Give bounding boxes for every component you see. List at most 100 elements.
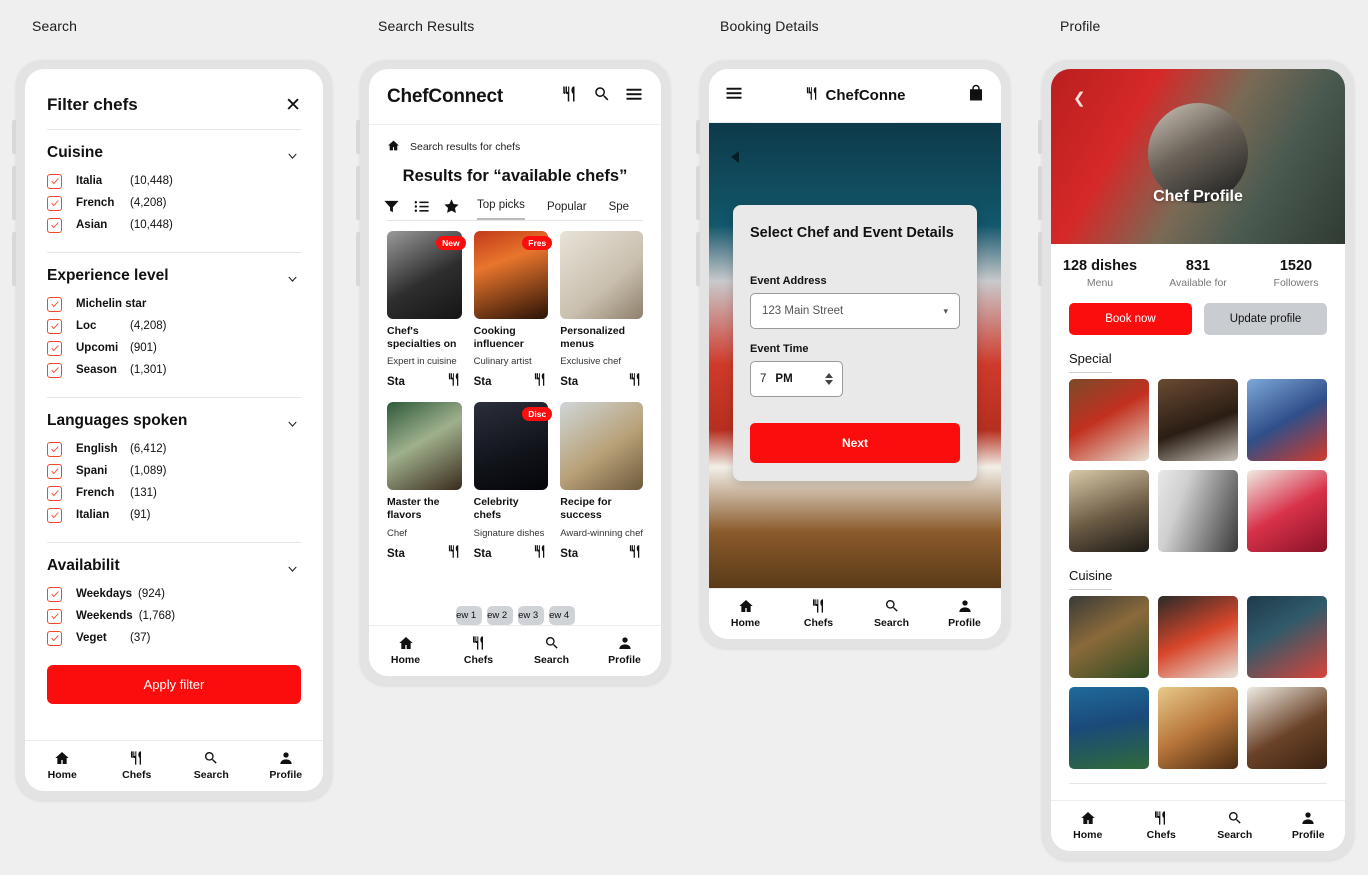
close-icon[interactable]: ✕	[285, 96, 301, 115]
checkbox-icon[interactable]	[47, 217, 62, 233]
carousel-prev-icon[interactable]	[731, 151, 739, 163]
result-card[interactable]: Master the flavors Chef Sta	[387, 402, 462, 563]
cutlery-icon[interactable]	[447, 544, 462, 564]
result-card[interactable]: Disc Celebrity chefs Signature dishes St…	[473, 402, 553, 564]
nav-item-home[interactable]: Home	[369, 626, 442, 676]
filter-option[interactable]: Weekends (1,768)	[47, 605, 301, 627]
checkbox-icon[interactable]	[47, 340, 62, 356]
nav-item-search[interactable]: Search	[1198, 801, 1272, 851]
cutlery-icon[interactable]	[533, 544, 548, 564]
checkbox-icon[interactable]	[47, 296, 62, 312]
gallery-item[interactable]	[1158, 596, 1238, 678]
gallery-item[interactable]	[1247, 596, 1327, 678]
cutlery-icon[interactable]	[628, 544, 643, 564]
checkbox-icon[interactable]	[47, 441, 62, 457]
filter-option[interactable]: French (131)	[47, 482, 301, 504]
nav-item-chefs[interactable]: Chefs	[1125, 801, 1199, 851]
event-time-stepper[interactable]: 7 PM	[750, 361, 843, 397]
star-icon[interactable]	[443, 198, 460, 220]
nav-item-home[interactable]: Home	[1051, 801, 1125, 851]
nav-item-profile[interactable]: Profile	[588, 626, 661, 676]
gallery-item[interactable]	[1069, 596, 1149, 678]
stepper-arrows-icon[interactable]	[825, 373, 833, 385]
hamburger-icon[interactable]	[725, 84, 743, 107]
tab-popular[interactable]: Popular	[547, 201, 587, 220]
gallery-item[interactable]	[1069, 470, 1149, 552]
checkbox-icon[interactable]	[47, 586, 62, 602]
nav-item-profile[interactable]: Profile	[928, 589, 1001, 639]
filter-icon[interactable]	[383, 198, 400, 220]
filter-option[interactable]: Italia (10,448)	[47, 170, 301, 192]
checkbox-icon[interactable]	[47, 173, 62, 189]
home-icon[interactable]	[387, 139, 400, 155]
chevron-down-icon[interactable]	[284, 561, 301, 572]
filter-option[interactable]: Season (1,301)	[47, 359, 301, 381]
checkbox-icon[interactable]	[47, 485, 62, 501]
book-now-button[interactable]: Book now	[1069, 303, 1192, 335]
nav-item-chefs[interactable]: Chefs	[100, 741, 175, 791]
nav-item-profile[interactable]: Profile	[1272, 801, 1346, 851]
filter-option[interactable]: Spani (1,089)	[47, 460, 301, 482]
gallery-item[interactable]	[1158, 470, 1238, 552]
filter-section-experience-level[interactable]: Experience level	[47, 253, 301, 289]
nav-item-home[interactable]: Home	[709, 589, 782, 639]
filter-option[interactable]: Veget (37)	[47, 627, 301, 649]
pager-button[interactable]: View 4	[548, 606, 575, 625]
filter-option[interactable]: English (6,412)	[47, 438, 301, 460]
result-card[interactable]: New Chef's specialties on Expert in cuis…	[387, 231, 466, 392]
tab-top-picks[interactable]: Top picks	[477, 199, 525, 220]
filter-option[interactable]: Italian (91)	[47, 504, 301, 526]
checkbox-icon[interactable]	[47, 362, 62, 378]
checkbox-icon[interactable]	[47, 608, 62, 624]
gallery-item[interactable]	[1247, 379, 1327, 461]
gallery-item[interactable]	[1069, 379, 1149, 461]
update-profile-button[interactable]: Update profile	[1204, 303, 1327, 335]
filter-option[interactable]: Weekdays (924)	[47, 583, 301, 605]
gallery-item[interactable]	[1069, 687, 1149, 769]
result-card[interactable]: Personalized menus Exclusive chef Sta	[560, 231, 643, 392]
chevron-down-icon[interactable]	[284, 148, 301, 159]
checkbox-icon[interactable]	[47, 507, 62, 523]
nav-item-search[interactable]: Search	[515, 626, 588, 676]
filter-option[interactable]: Michelin star	[47, 293, 301, 315]
nav-item-chefs[interactable]: Chefs	[782, 589, 855, 639]
pager-button[interactable]: View 1	[455, 606, 482, 625]
checkbox-icon[interactable]	[47, 195, 62, 211]
filter-section-languages-spoken[interactable]: Languages spoken	[47, 398, 301, 434]
filter-section-cuisine[interactable]: Cuisine	[47, 130, 301, 166]
gallery-item[interactable]	[1158, 379, 1238, 461]
nav-item-chefs[interactable]: Chefs	[442, 626, 515, 676]
nav-item-search[interactable]: Search	[855, 589, 928, 639]
cutlery-icon[interactable]	[561, 85, 579, 108]
checkbox-icon[interactable]	[47, 463, 62, 479]
result-card[interactable]: Recipe for success Award-winning chef St…	[560, 402, 643, 563]
cutlery-icon[interactable]	[447, 372, 462, 392]
next-button[interactable]: Next	[750, 423, 960, 463]
filter-option[interactable]: Loc (4,208)	[47, 315, 301, 337]
pager-button[interactable]: View 3	[517, 606, 544, 625]
nav-item-profile[interactable]: Profile	[249, 741, 324, 791]
gallery-item[interactable]	[1247, 470, 1327, 552]
cutlery-icon[interactable]	[533, 372, 548, 392]
filter-option[interactable]: Asian (10,448)	[47, 214, 301, 236]
result-card[interactable]: Fres Cooking influencer Culinary artist …	[473, 231, 553, 392]
gallery-item[interactable]	[1247, 687, 1327, 769]
chevron-left-icon[interactable]: ❮	[1073, 91, 1086, 106]
apply-filter-button[interactable]: Apply filter	[47, 665, 301, 704]
filter-option[interactable]: Upcomi (901)	[47, 337, 301, 359]
tab-spe[interactable]: Spe	[609, 201, 629, 220]
event-address-select[interactable]: 123 Main Street ▾	[750, 293, 960, 329]
search-icon[interactable]	[593, 85, 611, 108]
hamburger-icon[interactable]	[625, 85, 643, 108]
cutlery-icon[interactable]	[628, 372, 643, 392]
filter-option[interactable]: French (4,208)	[47, 192, 301, 214]
chevron-down-icon[interactable]	[284, 271, 301, 282]
nav-item-search[interactable]: Search	[174, 741, 249, 791]
nav-item-home[interactable]: Home	[25, 741, 100, 791]
shopping-bag-icon[interactable]	[967, 84, 985, 107]
pager-button[interactable]: View 2	[486, 606, 513, 625]
chevron-down-icon[interactable]	[284, 416, 301, 427]
list-icon[interactable]	[413, 198, 430, 220]
filter-section-availabilit[interactable]: Availabilit	[47, 543, 301, 579]
gallery-item[interactable]	[1158, 687, 1238, 769]
